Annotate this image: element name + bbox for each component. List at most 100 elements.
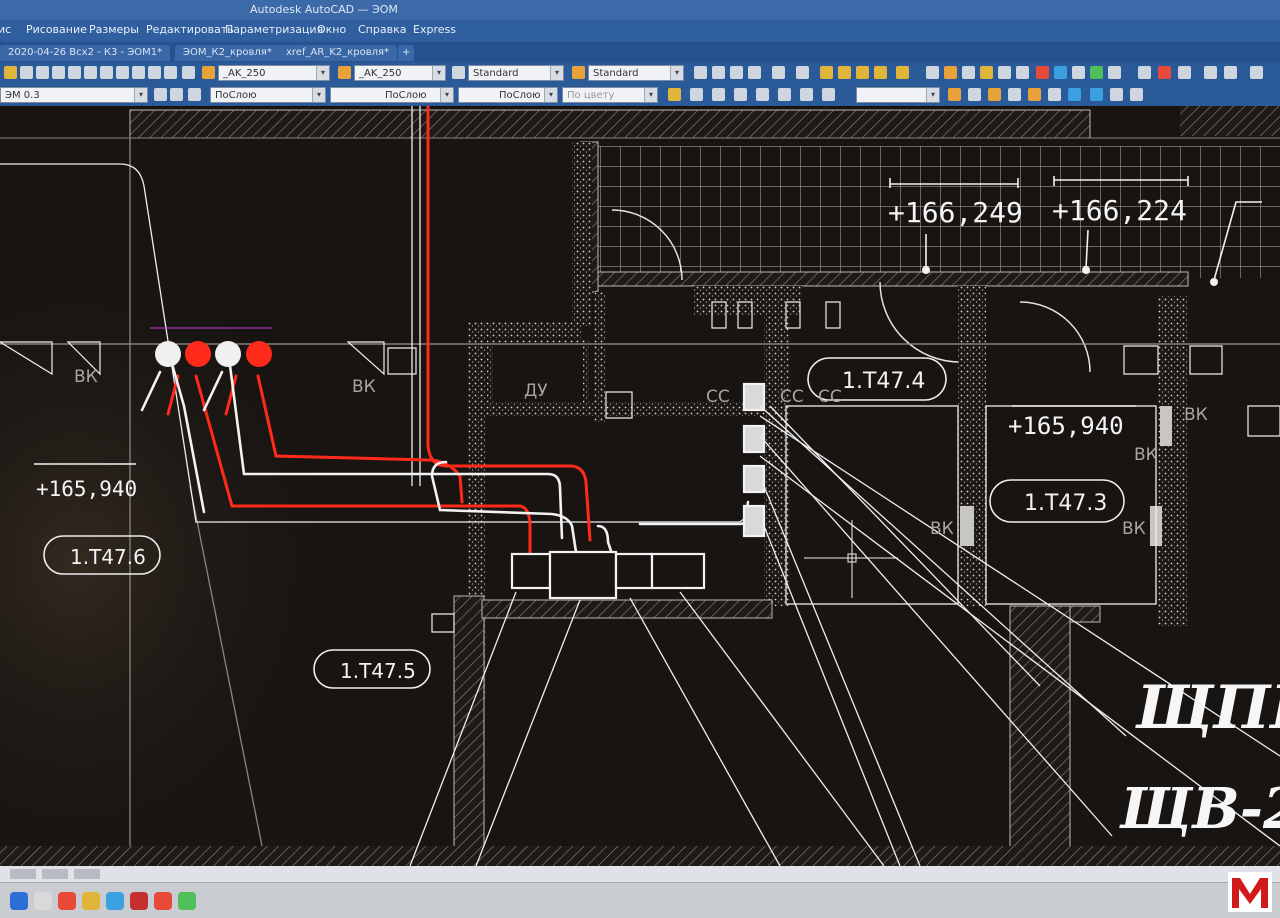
publish-icon[interactable]: [116, 66, 129, 79]
layer-select[interactable]: ЭМ 0.3 ▾: [0, 87, 148, 103]
join-icon[interactable]: [1224, 66, 1237, 79]
save-icon[interactable]: [68, 66, 81, 79]
view-icon-1[interactable]: [668, 88, 681, 101]
lineweight-select[interactable]: ПоСлою ▾: [458, 87, 558, 103]
trim-icon[interactable]: [1090, 66, 1103, 79]
menu-item-help[interactable]: Справка: [358, 23, 406, 36]
layout-tab[interactable]: [42, 869, 68, 879]
draw-circle-icon[interactable]: [772, 66, 785, 79]
document-tabs: 2020-04-26 Всх2 - К3 - ЭОМ1* ЭОМ_К2_кров…: [0, 42, 1280, 62]
open-icon[interactable]: [20, 66, 33, 79]
stretch-icon[interactable]: [1072, 66, 1085, 79]
tab-eom1[interactable]: 2020-04-26 Всх2 - К3 - ЭОМ1*: [0, 45, 171, 61]
break-icon[interactable]: [1138, 66, 1151, 79]
menu-item-modify[interactable]: Редактировать: [146, 23, 234, 36]
mirror-icon[interactable]: [962, 66, 975, 79]
menu-item-dimensions[interactable]: Размеры: [89, 23, 139, 36]
mleader-style-select[interactable]: Standard ▾: [588, 65, 684, 81]
offset-icon[interactable]: [980, 66, 993, 79]
scale-icon[interactable]: [1054, 66, 1067, 79]
dim-style-select[interactable]: _AK_250 ▾: [354, 65, 446, 81]
dim-tedit-icon[interactable]: [1130, 88, 1143, 101]
region-icon[interactable]: [856, 66, 869, 79]
view-select[interactable]: ▾: [856, 87, 940, 103]
dim-baseline-icon[interactable]: [1068, 88, 1081, 101]
paste-icon[interactable]: [164, 66, 177, 79]
gradient-icon[interactable]: [838, 66, 851, 79]
view-icon-3[interactable]: [712, 88, 725, 101]
extend-icon[interactable]: [1108, 66, 1121, 79]
view-icon-5[interactable]: [756, 88, 769, 101]
menu-item-window[interactable]: Окно: [317, 23, 346, 36]
pan-icon[interactable]: [52, 66, 65, 79]
move-icon[interactable]: [1016, 66, 1029, 79]
table-icon[interactable]: [874, 66, 887, 79]
copy-icon[interactable]: [148, 66, 161, 79]
text-style-select[interactable]: _AK_250 ▾: [218, 65, 330, 81]
explode-icon[interactable]: [1204, 66, 1217, 79]
fillet-icon[interactable]: [1178, 66, 1191, 79]
dim-edit-icon[interactable]: [1110, 88, 1123, 101]
dim-continue-icon[interactable]: [1048, 88, 1061, 101]
menu-item-express[interactable]: Express: [413, 23, 456, 36]
draw-polyline-icon[interactable]: [712, 66, 725, 79]
view-icon-6[interactable]: [778, 88, 791, 101]
autocad-icon[interactable]: [130, 892, 148, 910]
hatch-icon[interactable]: [820, 66, 833, 79]
new-icon[interactable]: [4, 66, 17, 79]
zoom-icon[interactable]: [36, 66, 49, 79]
draw-line-icon[interactable]: [694, 66, 707, 79]
make-current-icon[interactable]: [188, 88, 201, 101]
view-icon-2[interactable]: [690, 88, 703, 101]
matchprop-icon[interactable]: [182, 66, 195, 79]
browser-icon[interactable]: [106, 892, 124, 910]
view-icon-7[interactable]: [800, 88, 813, 101]
dim-style-icon: [338, 66, 351, 79]
task-view-icon[interactable]: [58, 892, 76, 910]
menu-item-service[interactable]: ис: [0, 23, 11, 36]
block-icon[interactable]: [796, 66, 809, 79]
linetype-select[interactable]: ПоСлою ▾: [330, 87, 454, 103]
mtext-icon[interactable]: [896, 66, 909, 79]
erase-icon[interactable]: [926, 66, 939, 79]
junction-white-2: [215, 341, 241, 367]
print-icon[interactable]: [84, 66, 97, 79]
draw-arc-icon[interactable]: [748, 66, 761, 79]
whatsapp-icon[interactable]: [178, 892, 196, 910]
dim-diameter-icon[interactable]: [1028, 88, 1041, 101]
tab-eom-k2-roof[interactable]: ЭОМ_К2_кровля*: [175, 45, 280, 61]
menu-item-parametric[interactable]: Параметризация: [225, 23, 323, 36]
elevation-label-3: +165,940: [1008, 412, 1124, 440]
layer-properties-icon[interactable]: [154, 88, 167, 101]
new-tab-button[interactable]: +: [398, 45, 415, 61]
dim-aligned-icon[interactable]: [968, 88, 981, 101]
plotstyle-select[interactable]: По цвету ▾: [562, 87, 658, 103]
drawing-canvas[interactable]: +166,249 +166,224 +165,940 +165,940 1.Т4…: [0, 106, 1280, 866]
copy-obj-icon[interactable]: [944, 66, 957, 79]
draw-rect-icon[interactable]: [730, 66, 743, 79]
view-icon-8[interactable]: [822, 88, 835, 101]
cut-icon[interactable]: [132, 66, 145, 79]
view-icon-4[interactable]: [734, 88, 747, 101]
dim-angular-icon[interactable]: [988, 88, 1001, 101]
dim-update-icon[interactable]: [1090, 88, 1103, 101]
menu-item-draw[interactable]: Рисование: [26, 23, 87, 36]
windows-start-icon[interactable]: [10, 892, 28, 910]
layer-previous-icon[interactable]: [170, 88, 183, 101]
layout-tab[interactable]: [74, 869, 100, 879]
chamfer-icon[interactable]: [1158, 66, 1171, 79]
preview-icon[interactable]: [100, 66, 113, 79]
properties-icon[interactable]: [1250, 66, 1263, 79]
text-style-icon: [202, 66, 215, 79]
dim-radius-icon[interactable]: [1008, 88, 1021, 101]
rotate-icon[interactable]: [1036, 66, 1049, 79]
dim-linear-icon[interactable]: [948, 88, 961, 101]
search-icon[interactable]: [34, 892, 52, 910]
array-icon[interactable]: [998, 66, 1011, 79]
opera-icon[interactable]: [154, 892, 172, 910]
color-select[interactable]: ПоСлою ▾: [210, 87, 326, 103]
model-tab[interactable]: [10, 869, 36, 879]
table-style-select[interactable]: Standard ▾: [468, 65, 564, 81]
tab-xref-ar-k2-roof[interactable]: xref_AR_K2_кровля*: [278, 45, 397, 61]
file-explorer-icon[interactable]: [82, 892, 100, 910]
